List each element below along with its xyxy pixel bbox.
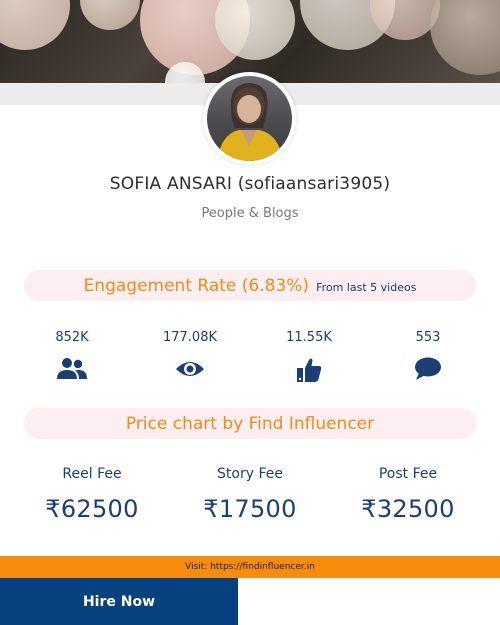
profile-name: SOFIA ANSARI (sofiaansari3905) [109,174,391,194]
fee-reel-label: Reel Fee [62,466,122,482]
engagement-rate-note: From last 5 videos [316,280,417,294]
stat-views-value: 177.08K [162,330,217,345]
fees-row: Reel Fee ₹62500 Story Fee ₹17500 Post Fe… [0,466,500,536]
comment-icon [415,357,441,380]
fee-story-label: Story Fee [217,466,283,482]
fee-story-amount: ₹17500 [203,495,297,523]
fee-post-label: Post Fee [378,466,438,482]
hire-now-button[interactable]: Hire Now [0,578,238,625]
thumbs-up-icon [297,358,322,382]
stat-likes-value: 11.55K [286,330,332,345]
avatar [203,72,296,165]
engagement-rate-banner: Engagement Rate (6.83%) From last 5 vide… [24,270,476,301]
stat-comments: 553 [383,330,473,381]
fee-story: Story Fee ₹17500 [175,466,325,523]
visit-website-link[interactable]: Visit: https://findinfluencer.in [0,556,500,578]
stats-row: 852K 177.08K 11.55K 553 [0,330,500,390]
fee-reel-amount: ₹62500 [45,495,139,523]
stat-likes: 11.55K [264,330,354,383]
stat-followers: 852K [27,330,117,381]
price-chart-title: Price chart by Find Influencer [125,413,375,434]
price-chart-banner: Price chart by Find Influencer [24,408,476,439]
fee-reel: Reel Fee ₹62500 [17,466,167,523]
fee-post-amount: ₹32500 [361,495,455,523]
users-icon [57,358,87,379]
avatar-image [207,76,292,161]
fee-post: Post Fee ₹32500 [333,466,483,523]
stat-followers-value: 852K [55,330,89,345]
eye-icon [176,362,204,376]
cover-image [0,0,500,83]
profile-category: People & Blogs [201,206,299,221]
engagement-rate-label: Engagement Rate (6.83%) [83,275,310,296]
stat-comments-value: 553 [415,330,441,345]
stat-views: 177.08K [145,330,235,381]
